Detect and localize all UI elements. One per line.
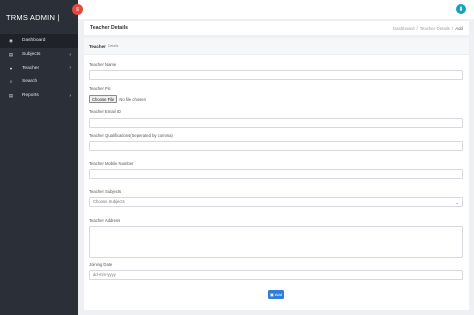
sidebar-item-search[interactable]: ⌕ Search — [0, 75, 78, 89]
teacher-address-label: Teacher Address — [89, 218, 121, 223]
teacher-mobile-input[interactable] — [89, 169, 463, 179]
teacher-name-input[interactable] — [89, 70, 463, 80]
card-subtitle: Details — [107, 44, 119, 48]
breadcrumb-dashboard[interactable]: Dashboard — [393, 26, 414, 31]
teacher-form-card: Teacher Details Teacher Name Teacher Pic… — [84, 38, 469, 310]
add-button-label: Add — [274, 291, 282, 297]
brand-title: TRMS ADMIN | — [6, 12, 60, 22]
teacher-address-textarea[interactable] — [89, 226, 463, 258]
breadcrumb-teacher-details[interactable]: Teacher Details — [420, 26, 450, 31]
sidebar-item-label: Dashboard — [22, 38, 46, 44]
add-button[interactable]: ▣ Add — [268, 290, 284, 299]
sidebar-nav: ◉ Dashboard ▤ Subjects › ● Teacher › ⌕ S… — [0, 34, 78, 102]
page-header: Teacher Details Dashboard / Teacher Detail… — [84, 21, 469, 35]
teacher-name-label: Teacher Name — [89, 62, 117, 67]
save-icon: ▣ — [270, 291, 274, 297]
sidebar-item-label: Subjects — [22, 52, 41, 58]
subjects-selected-value: Choose Subjects — [93, 199, 125, 205]
teacher-mobile-label: Teacher Mobile Number — [89, 161, 134, 166]
chevron-down-icon: ⌄ — [455, 199, 459, 205]
sidebar: TRMS ADMIN | ◉ Dashboard ▤ Subjects › ● … — [0, 0, 78, 315]
hamburger-icon[interactable]: ≡ — [72, 4, 83, 15]
date-placeholder: dd-mm-yyyy — [93, 272, 116, 278]
teacher-pic-label: Teacher Pic — [89, 86, 111, 91]
sidebar-item-label: Teacher — [22, 65, 40, 71]
search-icon: ⌕ — [9, 79, 13, 85]
user-icon: ● — [9, 65, 13, 71]
breadcrumb-current: Add — [455, 25, 463, 31]
download-icon[interactable]: ⬇ — [456, 4, 466, 14]
joining-date-label: Joining Date — [89, 262, 113, 267]
card-title: Teacher — [89, 43, 106, 49]
teacher-email-label: Teacher Email ID — [89, 109, 121, 114]
sidebar-item-label: Search — [22, 79, 38, 85]
dashboard-icon: ◉ — [9, 37, 13, 43]
sidebar-item-reports[interactable]: ▤ Reports › — [0, 89, 78, 103]
file-status: No file chosen — [119, 96, 146, 102]
list-icon: ▤ — [8, 51, 14, 57]
teacher-qualifications-label: Teacher Qualifications(Seperated by comm… — [89, 133, 173, 138]
breadcrumb: Dashboard / Teacher Details / Add — [392, 25, 463, 31]
sidebar-item-label: Reports — [22, 93, 39, 99]
teacher-subjects-select[interactable]: Choose Subjects ⌄ — [89, 197, 463, 207]
chevron-right-icon: › — [69, 51, 71, 58]
teacher-qualifications-input[interactable] — [89, 141, 463, 151]
sidebar-item-teacher[interactable]: ● Teacher › — [0, 61, 78, 75]
chevron-right-icon: › — [69, 92, 71, 99]
teacher-email-input[interactable] — [89, 118, 463, 128]
card-header: Teacher Details — [84, 38, 469, 55]
report-icon: ▤ — [8, 92, 14, 98]
joining-date-input[interactable]: dd-mm-yyyy — [89, 270, 463, 280]
choose-file-button[interactable]: Choose File — [89, 95, 118, 103]
teacher-pic-file: Choose File No file chosen — [89, 95, 146, 103]
page-title: Teacher Details — [90, 25, 128, 31]
teacher-subjects-label: Teacher Subjects — [89, 189, 122, 194]
top-bar: ⬇ — [78, 0, 474, 19]
sidebar-item-dashboard[interactable]: ◉ Dashboard — [0, 34, 78, 48]
chevron-right-icon: › — [69, 65, 71, 72]
sidebar-item-subjects[interactable]: ▤ Subjects › — [0, 48, 78, 62]
